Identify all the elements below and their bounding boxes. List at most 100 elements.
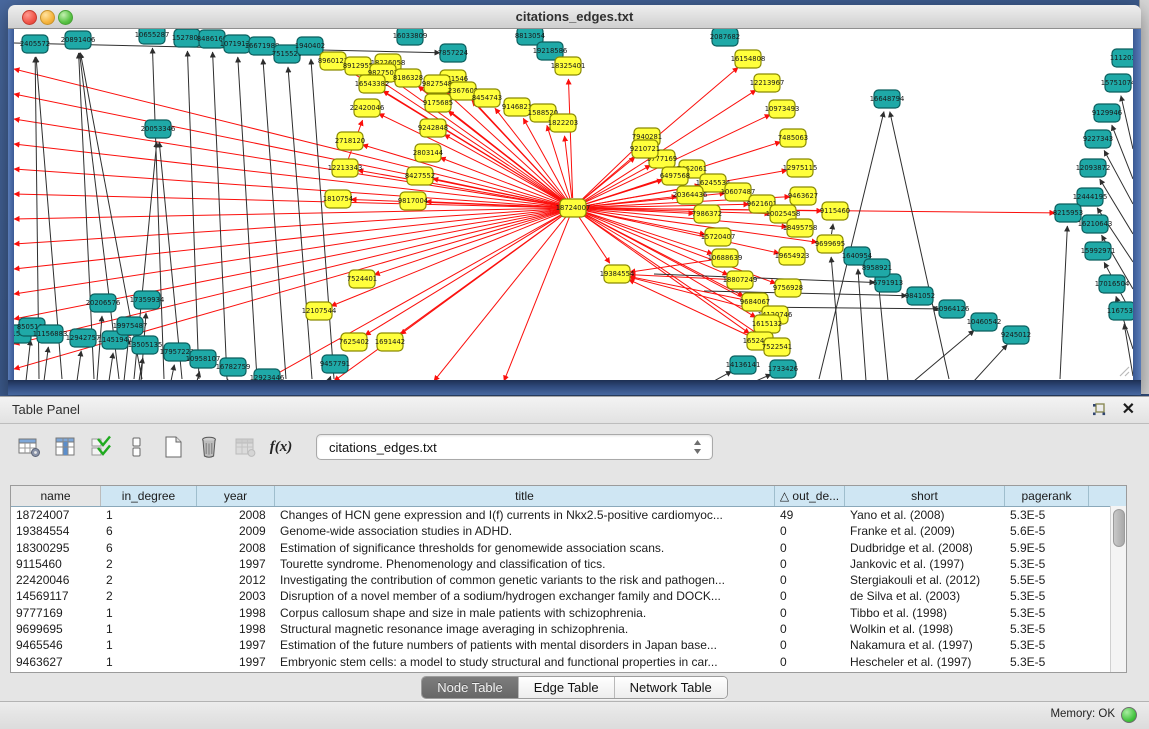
close-traffic-light[interactable] [22,10,37,25]
graph-node-teal[interactable]: 19975487 [113,317,148,335]
float-panel-icon[interactable] [1091,402,1107,418]
citation-edge-red[interactable] [14,194,563,208]
tab-node-table[interactable]: Node Table [422,677,519,698]
graph-node-teal[interactable]: 9457791 [320,355,350,373]
graph-node-yellow[interactable]: 15720407 [701,228,736,246]
graph-node-teal[interactable]: 11156883 [33,325,68,343]
graph-node-yellow[interactable]: 9817004 [398,192,428,210]
graph-node-yellow[interactable]: 1810754 [323,190,353,208]
graph-node-teal[interactable]: 16782759 [216,358,251,376]
table-row[interactable]: 911546021997Tourette syndrome. Phenomeno… [11,556,1126,572]
function-builder-icon[interactable]: f(x) [266,431,296,463]
network-window-titlebar[interactable]: citations_edges.txt [8,5,1141,29]
citation-network-graph[interactable]: 1872400724055722089140610655287152780284… [14,29,1133,380]
citation-edge-black[interactable] [227,379,228,380]
citation-edge-red[interactable] [14,210,563,344]
graph-node-teal[interactable]: 12942757 [66,329,101,347]
citation-edge-black[interactable] [329,376,331,380]
graph-node-teal[interactable]: 12923446 [250,369,285,380]
citation-edge-red[interactable] [583,180,663,205]
graph-node-yellow[interactable]: 2803144 [413,144,443,162]
graph-node-yellow[interactable]: 9756928 [773,279,803,297]
citation-edge-black[interactable] [654,274,875,283]
graph-node-teal[interactable]: 16648794 [870,90,905,108]
graph-node-yellow[interactable]: 9699695 [815,235,845,253]
table-row[interactable]: 1456911722003Disruption of a novel membe… [11,588,1126,604]
table-row[interactable]: 946554611997Estimation of the future num… [11,637,1126,653]
citation-edge-black[interactable] [890,112,949,379]
graph-node-yellow[interactable]: 12975115 [783,159,818,177]
citation-edge-black[interactable] [914,330,974,380]
new-table-icon[interactable] [158,431,188,463]
graph-node-teal[interactable]: 16033809 [393,29,428,45]
select-columns-icon[interactable] [86,431,116,463]
graph-node-yellow[interactable]: 12213343 [328,159,363,177]
network-table-selector[interactable]: citations_edges.txt [316,434,713,460]
graph-node-teal[interactable]: 9227343 [1083,130,1113,148]
citation-edge-red[interactable] [334,214,565,380]
citation-edge-red[interactable] [568,79,572,198]
citation-edge-black[interactable] [263,59,286,379]
graph-node-teal[interactable]: 20206576 [86,294,121,312]
graph-node-yellow[interactable]: 18724007 [556,199,591,217]
graph-node-yellow[interactable]: 8427552 [405,167,435,185]
graph-node-yellow[interactable]: 22420046 [350,99,385,117]
table-row[interactable]: 1830029562008Estimation of significance … [11,540,1126,556]
graph-node-teal[interactable]: 12093872 [1076,159,1111,177]
import-table-icon[interactable] [230,431,260,463]
graph-node-yellow[interactable]: 9463627 [788,187,818,205]
citation-edge-red[interactable] [365,213,564,335]
memory-status-indicator[interactable] [1121,707,1137,723]
citation-edge-black[interactable] [858,269,866,380]
graph-node-yellow[interactable]: 7986372 [692,205,722,223]
graph-node-yellow[interactable]: 18807249 [723,271,758,289]
citation-edge-red[interactable] [264,213,564,380]
graph-node-teal[interactable]: 10655287 [135,29,170,44]
citation-edge-red[interactable] [580,146,637,201]
table-row[interactable]: 2242004622012Investigating the contribut… [11,572,1126,588]
graph-node-teal[interactable]: 9245012 [1001,326,1031,344]
graph-node-yellow[interactable]: 16543382 [355,75,390,93]
graph-node-teal[interactable]: 2087682 [710,29,740,46]
citation-edge-red[interactable] [581,157,635,201]
citation-edge-black[interactable] [1104,150,1133,204]
citation-edge-red[interactable] [331,212,564,306]
table-row[interactable]: 946362711997Embryonic stem cells: a mode… [11,654,1126,670]
graph-node-teal[interactable]: 1112037 [1110,49,1133,67]
citation-edge-black[interactable] [878,281,888,380]
citation-edge-black[interactable] [109,353,113,380]
citation-edge-black[interactable] [97,316,102,380]
citation-edge-red[interactable] [434,216,567,380]
citation-edge-black[interactable] [974,345,1007,380]
citation-edge-red[interactable] [14,144,563,207]
graph-node-yellow[interactable]: 9175685 [423,94,453,112]
graph-node-teal[interactable]: 20053346 [141,120,176,138]
citation-edge-black[interactable] [171,365,174,380]
close-panel-icon[interactable]: ✕ [1122,400,1135,420]
graph-node-yellow[interactable]: 8186328 [393,69,423,87]
column-header-short[interactable]: short [845,486,1005,506]
graph-node-teal[interactable]: 10460542 [967,313,1002,331]
graph-node-yellow[interactable]: 10688639 [708,249,743,267]
graph-node-teal[interactable]: 14136141 [726,356,761,374]
citation-edge-black[interactable] [1121,96,1133,149]
table-settings-icon[interactable] [14,431,44,463]
graph-node-teal[interactable]: 15992971 [1081,242,1116,260]
graph-node-yellow[interactable]: 16154808 [731,50,766,68]
rows-icon[interactable] [122,431,152,463]
graph-node-yellow[interactable]: 7625402 [339,333,369,351]
table-row[interactable]: 977716911998Corpus callosum shape and si… [11,605,1126,621]
network-canvas[interactable]: 1872400724055722089140610655287152780284… [14,29,1133,380]
graph-node-teal[interactable]: 1167534 [1107,302,1133,320]
tab-edge-table[interactable]: Edge Table [519,677,615,698]
graph-node-yellow[interactable]: 20364436 [673,186,708,204]
graph-node-yellow[interactable]: 18495758 [783,219,818,237]
graph-node-yellow[interactable]: 10973493 [765,100,800,118]
citation-edge-black[interactable] [311,59,334,379]
graph-node-teal[interactable]: 2405572 [20,35,50,53]
graph-node-teal[interactable]: 20891406 [61,31,96,49]
citation-edge-black[interactable] [831,224,833,234]
column-header-out_de[interactable]: △ out_de... [775,486,845,506]
graph-node-yellow[interactable]: 19384554 [600,265,635,283]
graph-node-yellow[interactable]: 18325401 [551,57,586,75]
